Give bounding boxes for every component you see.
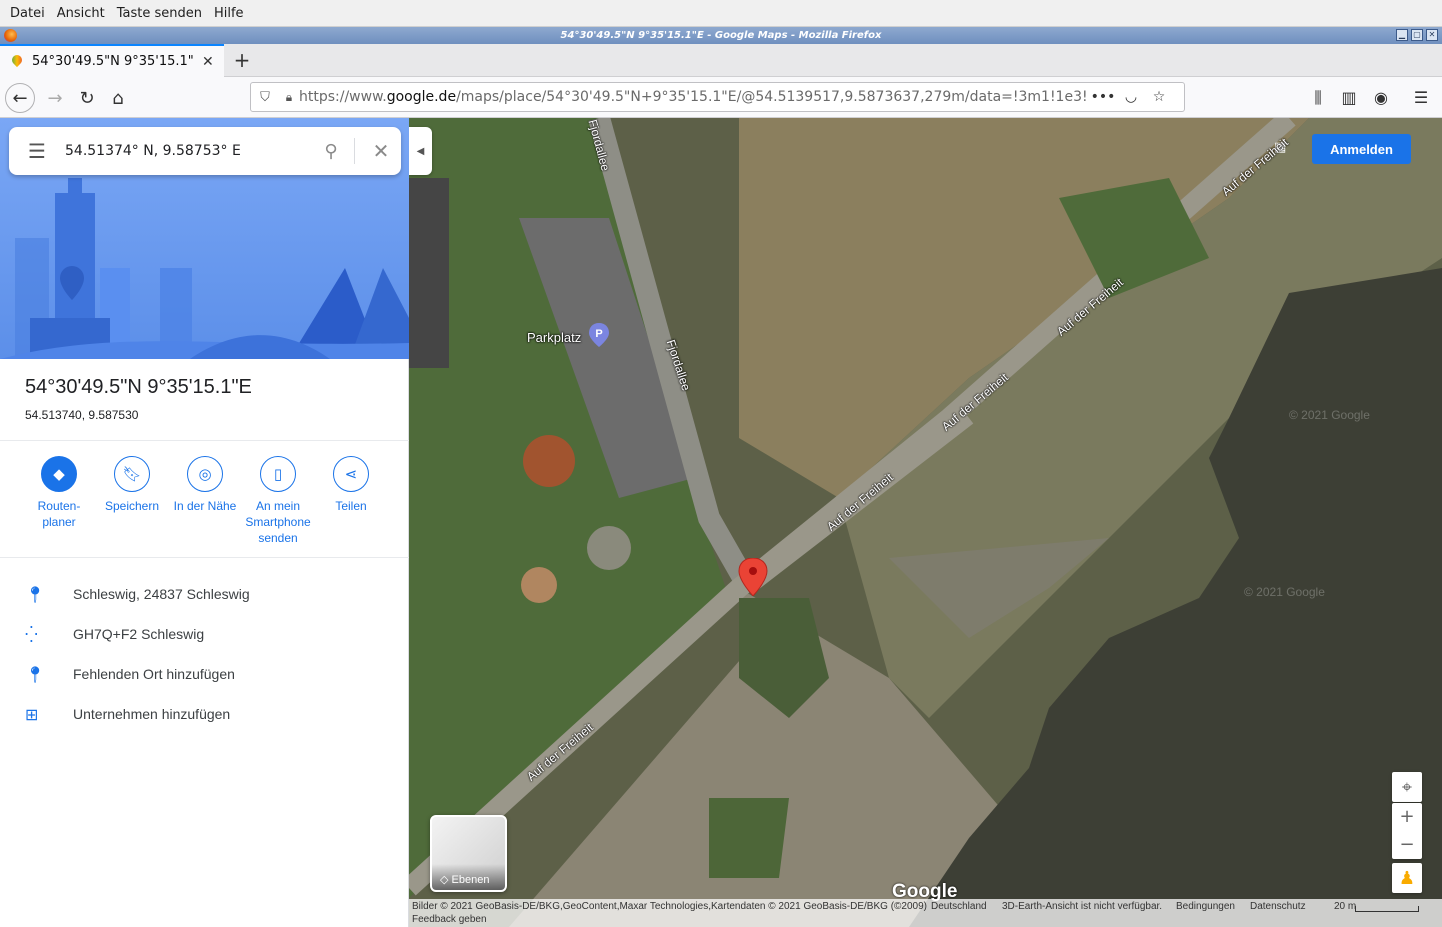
my-location-icon[interactable]: ⌖ (1392, 772, 1422, 802)
divider (0, 557, 409, 558)
window-controls: ▁ ▢ ✕ (1396, 29, 1438, 41)
feedback-link[interactable]: Feedback geben (412, 914, 487, 925)
phone-icon: ▯ (260, 456, 296, 492)
add-place-icon: 📍︎ (25, 664, 46, 684)
zoom-out-icon[interactable]: − (1399, 831, 1414, 859)
firefox-logo-icon (4, 29, 17, 42)
share-label: Teilen (335, 499, 367, 513)
directions-icon: ◆ (41, 456, 77, 492)
minimize-window-icon[interactable]: ▁ (1396, 29, 1408, 41)
address-text: Schleswig, 24837 Schleswig (73, 586, 250, 602)
send-to-phone-label: An mein Smartphone senden (245, 499, 311, 545)
forward-icon[interactable]: → (40, 83, 70, 113)
search-input[interactable]: 54.51374° N, 9.58753° E (65, 143, 314, 159)
maps-favicon-icon (10, 55, 24, 69)
place-coordinates: 54.513740, 9.587530 (25, 408, 139, 422)
menu-hilfe[interactable]: Hilfe (208, 6, 250, 21)
side-panel: ☰ 54.51374° N, 9.58753° E ⚲ ✕ 54°30'49.5… (0, 118, 409, 927)
svg-text:P: P (595, 328, 602, 340)
address-row[interactable]: 📍︎ Schleswig, 24837 Schleswig (0, 574, 409, 614)
plus-code-row[interactable]: ⁛ GH7Q+F2 Schleswig (0, 614, 409, 654)
url-bar[interactable]: ⛉ 🔒︎ https://www.google.de/maps/place/54… (250, 82, 1185, 112)
parking-marker-icon[interactable]: P (589, 323, 609, 347)
plus-code-text: GH7Q+F2 Schleswig (73, 626, 205, 642)
map-canvas[interactable]: © 2021 Google © 2021 Google ◀ ▦ Anmelden… (409, 118, 1442, 927)
location-pin-icon: 📍︎ (25, 584, 46, 604)
bookmark-star-icon[interactable]: ☆ (1145, 89, 1173, 105)
save-button[interactable]: 🔖︎ Speichern (94, 456, 170, 514)
send-to-phone-button[interactable]: ▯ An mein Smartphone senden (240, 456, 316, 546)
zoom-in-icon[interactable]: + (1399, 803, 1414, 831)
zoom-controls: + − (1392, 803, 1422, 859)
scale-bar (1355, 906, 1419, 912)
window-titlebar: 54°30'49.5"N 9°35'15.1"E - Google Maps -… (0, 27, 1442, 44)
menu-datei[interactable]: Datei (4, 6, 51, 21)
country-link[interactable]: Deutschland (931, 901, 987, 912)
location-marker-icon[interactable] (738, 558, 768, 596)
app-menu-icon[interactable]: ☰ (1410, 87, 1432, 109)
search-box[interactable]: ☰ 54.51374° N, 9.58753° E ⚲ ✕ (9, 127, 401, 175)
library-icon[interactable]: ⫼ (1307, 87, 1329, 109)
poi-parking-label[interactable]: Parkplatz (527, 330, 581, 345)
directions-label: Routen- planer (37, 499, 81, 529)
privacy-link[interactable]: Datenschutz (1250, 901, 1306, 912)
nav-toolbar: ← → ↻ ⌂ ⛉ 🔒︎ https://www.google.de/maps/… (0, 77, 1442, 118)
close-window-icon[interactable]: ✕ (1426, 29, 1438, 41)
collapse-panel-button[interactable]: ◀ (409, 127, 432, 175)
scale-label[interactable]: 20 m (1334, 901, 1356, 912)
signin-button[interactable]: Anmelden (1312, 134, 1411, 164)
menu-ansicht[interactable]: Ansicht (51, 6, 111, 21)
share-button[interactable]: ⋖ Teilen (313, 456, 389, 514)
add-business-row[interactable]: ⊞ Unternehmen hinzufügen (0, 694, 409, 734)
save-label: Speichern (104, 499, 160, 513)
maximize-window-icon[interactable]: ▢ (1411, 29, 1423, 41)
directions-button[interactable]: ◆ Routen- planer (21, 456, 97, 530)
place-title: 54°30'49.5"N 9°35'15.1"E (25, 376, 252, 398)
account-icon[interactable]: ◉ (1370, 87, 1392, 109)
nearby-label: In der Nähe (173, 499, 237, 513)
pocket-icon[interactable]: ◡ (1117, 89, 1145, 105)
add-business-icon: ⊞ (25, 704, 39, 724)
home-icon[interactable]: ⌂ (103, 83, 133, 113)
tab-close-icon[interactable]: ✕ (202, 54, 214, 70)
add-missing-place-row[interactable]: 📍︎ Fehlenden Ort hinzufügen (0, 654, 409, 694)
action-row: ◆ Routen- planer 🔖︎ Speichern ◎ In der N… (0, 456, 409, 556)
hamburger-menu-icon[interactable]: ☰ (9, 139, 65, 163)
search-divider (354, 138, 355, 164)
menubar: Datei Ansicht Taste senden Hilfe (0, 0, 1442, 27)
nearby-button[interactable]: ◎ In der Nähe (167, 456, 243, 514)
divider (0, 440, 409, 441)
tab-strip: 54°30'49.5"N 9°35'15.1"E ✕ + (0, 44, 1442, 77)
map-footer: Bilder © 2021 GeoBasis-DE/BKG,GeoContent… (409, 899, 1442, 927)
tab-google-maps[interactable]: 54°30'49.5"N 9°35'15.1"E ✕ (0, 44, 224, 77)
tracking-shield-icon[interactable]: ⛉ (251, 90, 279, 105)
earth-notice: 3D-Earth-Ansicht ist nicht verfügbar. (1002, 901, 1163, 912)
page-actions-icon[interactable]: ••• (1089, 89, 1117, 105)
street-view-pegman-icon[interactable]: ♟ (1392, 863, 1422, 893)
sidebar-icon[interactable]: ▥ (1338, 87, 1360, 109)
new-tab-icon[interactable]: + (232, 49, 252, 71)
back-icon[interactable]: ← (5, 83, 35, 113)
clear-search-icon[interactable]: ✕ (361, 139, 401, 163)
reload-icon[interactable]: ↻ (72, 83, 102, 113)
map-watermark: © 2021 Google (1244, 585, 1325, 599)
imagery-attribution: Bilder © 2021 GeoBasis-DE/BKG,GeoContent… (412, 901, 927, 912)
add-missing-place-text: Fehlenden Ort hinzufügen (73, 666, 235, 682)
nearby-icon: ◎ (187, 456, 223, 492)
terms-link[interactable]: Bedingungen (1176, 901, 1235, 912)
search-icon[interactable]: ⚲ (314, 141, 348, 162)
satellite-imagery (409, 118, 1442, 927)
tab-title: 54°30'49.5"N 9°35'15.1"E (32, 54, 194, 69)
url-text[interactable]: https://www.google.de/maps/place/54°30'4… (299, 89, 1089, 105)
add-business-text: Unternehmen hinzufügen (73, 706, 231, 722)
layers-label: ◇ Ebenen (440, 874, 490, 886)
bookmark-icon: 🔖︎ (114, 456, 150, 492)
plus-code-icon: ⁛ (25, 624, 38, 644)
window-title: 54°30'49.5"N 9°35'15.1"E - Google Maps -… (560, 30, 882, 41)
menu-taste-senden[interactable]: Taste senden (111, 6, 208, 21)
map-watermark: © 2021 Google (1289, 408, 1370, 422)
layers-toggle[interactable]: ◇ Ebenen (430, 815, 507, 892)
share-icon: ⋖ (333, 456, 369, 492)
lock-icon[interactable]: 🔒︎ (279, 90, 299, 105)
